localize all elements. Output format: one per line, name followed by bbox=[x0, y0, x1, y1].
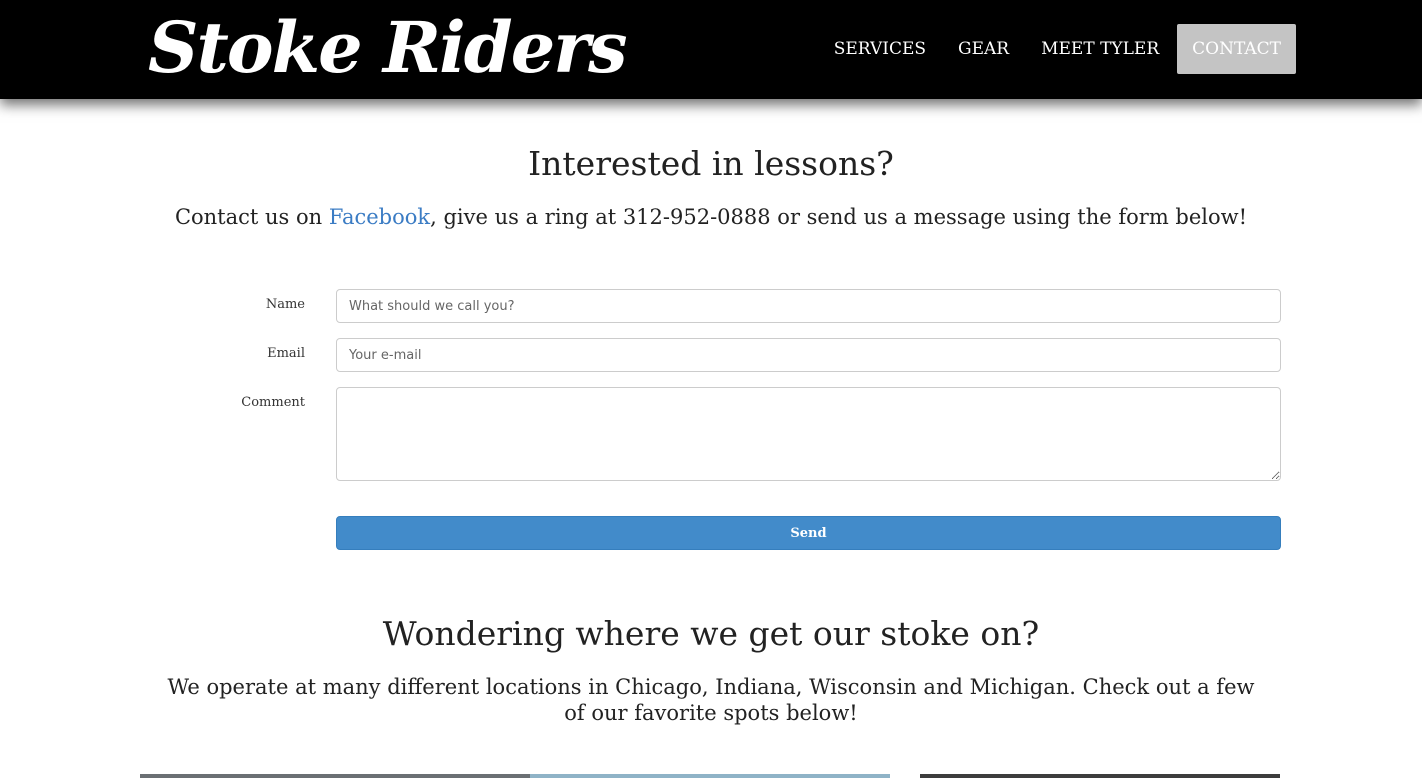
email-label: Email bbox=[267, 346, 305, 361]
email-input[interactable] bbox=[336, 338, 1281, 372]
lessons-heading: Interested in lessons? bbox=[528, 144, 894, 183]
lessons-intro: Contact us on Facebook, give us a ring a… bbox=[0, 202, 1422, 232]
comment-label: Comment bbox=[241, 395, 305, 410]
locations-heading: Wondering where we get our stoke on? bbox=[382, 614, 1040, 653]
location-photo-3 bbox=[920, 774, 1280, 778]
nav-gear[interactable]: GEAR bbox=[942, 24, 1025, 74]
locations-text: We operate at many different locations i… bbox=[167, 675, 1255, 725]
location-photo-1 bbox=[140, 774, 530, 778]
nav-meet-tyler[interactable]: MEET TYLER bbox=[1025, 24, 1175, 74]
nav-services[interactable]: SERVICES bbox=[818, 24, 942, 74]
nav-contact[interactable]: CONTACT bbox=[1177, 24, 1296, 74]
location-photo-2 bbox=[530, 774, 890, 778]
main-nav: SERVICES GEAR MEET TYLER CONTACT bbox=[818, 24, 1296, 74]
send-button[interactable]: Send bbox=[336, 516, 1281, 550]
intro-text-after: , give us a ring at 312-952-0888 or send… bbox=[430, 205, 1248, 229]
site-logo[interactable]: Stoke Riders bbox=[148, 6, 628, 90]
name-label: Name bbox=[265, 297, 305, 312]
intro-text-before: Contact us on bbox=[174, 205, 329, 229]
facebook-link[interactable]: Facebook bbox=[329, 205, 430, 229]
top-navbar: Stoke Riders SERVICES GEAR MEET TYLER CO… bbox=[0, 0, 1422, 99]
name-input[interactable] bbox=[336, 289, 1281, 323]
comment-textarea[interactable] bbox=[336, 387, 1281, 481]
